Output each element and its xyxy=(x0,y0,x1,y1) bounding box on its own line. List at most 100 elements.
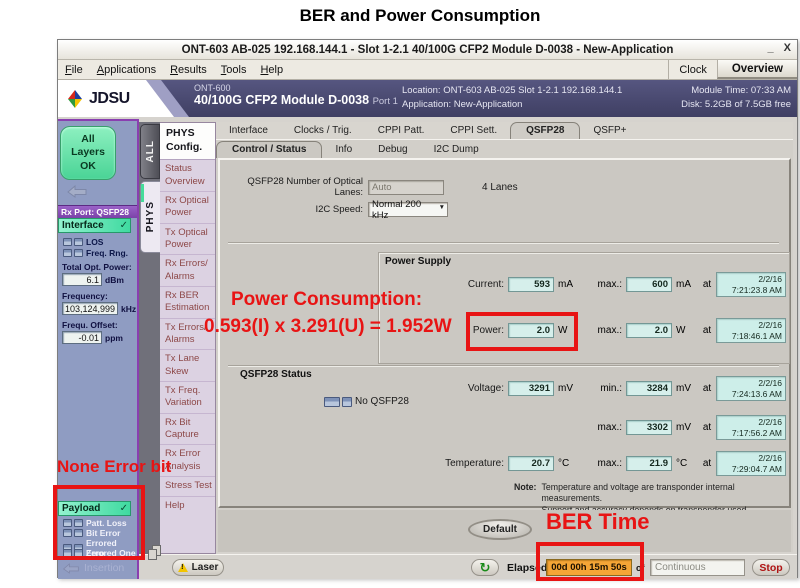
optical-lanes-input[interactable]: Auto xyxy=(368,180,444,195)
minimize-button[interactable]: _ xyxy=(768,42,774,54)
annotation-power-consumption-formula: 0.593(I) x 3.291(U) = 1.952W xyxy=(204,316,452,338)
annotation-rect-payload xyxy=(53,485,145,560)
menu-tx-optical-power[interactable]: Tx Optical Power xyxy=(160,224,215,256)
layer-tab-all[interactable]: ALL xyxy=(140,124,160,179)
tab-info[interactable]: Info xyxy=(322,142,365,158)
tab-i2c-dump[interactable]: I2C Dump xyxy=(421,142,492,158)
power-max-field: 2.0 xyxy=(626,323,672,338)
voltage-max-label: max.: xyxy=(584,422,622,433)
voltage-at-label: at xyxy=(698,383,716,394)
close-button[interactable]: X xyxy=(784,42,791,54)
i2c-speed-label: I2C Speed: xyxy=(228,204,368,215)
menu-tx-lane-skew[interactable]: Tx Lane Skew xyxy=(160,350,215,382)
led-icon xyxy=(342,397,352,407)
layer-tab-all-label: ALL xyxy=(145,140,156,162)
location-info: Location: ONT-603 AB-025 Slot 1-2.1 192.… xyxy=(402,80,645,117)
insertion-control[interactable]: Insertion xyxy=(62,562,124,574)
device-name: ONT-600 xyxy=(194,83,402,93)
clock-label[interactable]: Clock xyxy=(668,60,717,79)
freq-offset-label: Frequ. Offset: xyxy=(62,320,118,330)
divider xyxy=(228,365,779,367)
window-title: ONT-603 AB-025 192.168.144.1 - Slot 1-2.… xyxy=(182,44,674,56)
menu-status-overview[interactable]: Status Overview xyxy=(160,160,215,192)
tab-control-status[interactable]: Control / Status xyxy=(216,141,322,158)
button-strip: Default xyxy=(218,510,791,552)
total-opt-power-unit: dBm xyxy=(105,275,124,285)
status-bar: Laser ↻ Elapsed 00d 00h 15m 50s of Conti… xyxy=(139,554,797,579)
annotation-rect-power xyxy=(466,312,578,351)
menu-rx-errors-alarms[interactable]: Rx Errors/ Alarms xyxy=(160,255,215,287)
tab-qsfp-plus[interactable]: QSFP+ xyxy=(580,123,639,139)
tab-qsfp28[interactable]: QSFP28 xyxy=(510,122,580,139)
tab-interface[interactable]: Interface xyxy=(216,123,281,139)
frequency-unit: kHz xyxy=(121,304,136,314)
frequency-label: Frequency: xyxy=(62,291,108,301)
menu-help[interactable]: Help xyxy=(160,497,215,515)
no-qsfp28-led-row: No QSFP28 xyxy=(324,396,409,407)
timestamp-date: 2/2/16 xyxy=(720,320,782,331)
interface-status-button[interactable]: Interface ✓ xyxy=(58,218,131,233)
i2c-speed-select[interactable]: Normal 200 kHz ▼ xyxy=(368,202,448,217)
menu-applications[interactable]: Applications xyxy=(90,62,163,78)
frequency-value: 103,124,999 xyxy=(62,302,118,315)
annotation-page-title: BER and Power Consumption xyxy=(40,6,800,26)
led-icon xyxy=(63,249,72,257)
timestamp-time: 7:17:56.2 AM xyxy=(720,428,782,439)
stop-button[interactable]: Stop xyxy=(752,559,790,576)
copy-pages-icon[interactable] xyxy=(148,545,163,562)
freq-rng-led-row: Freq. Rng. xyxy=(63,248,128,258)
module-time: Module Time: 07:33 AM xyxy=(681,84,791,98)
menu-rx-optical-power[interactable]: Rx Optical Power xyxy=(160,192,215,224)
menu-rx-ber-estimation[interactable]: Rx BER Estimation xyxy=(160,287,215,319)
module-name: 40/100G CFP2 Module D-0038 xyxy=(194,93,369,107)
tab-debug[interactable]: Debug xyxy=(365,142,420,158)
voltage-row: Voltage: 3291 mV min.: 3284 mV at 2/2/16… xyxy=(226,376,792,401)
check-icon: ✓ xyxy=(120,219,128,232)
all-layers-ok-button[interactable]: All Layers OK xyxy=(60,126,116,180)
menu-help[interactable]: Help xyxy=(253,62,290,78)
voltage-max-row: max.: 3302 mV at 2/2/16 7:17:56.2 AM xyxy=(226,415,792,440)
tab-cppi-patt[interactable]: CPPI Patt. xyxy=(365,123,438,139)
brand-area: JDSU xyxy=(58,80,190,117)
default-button[interactable]: Default xyxy=(468,519,532,540)
insertion-arrow-icon xyxy=(62,563,80,574)
led-icon xyxy=(324,397,340,407)
jdsu-logo-icon xyxy=(65,89,85,109)
disk-info: Disk: 5.2GB of 7.5GB free xyxy=(681,98,791,112)
module-info: ONT-600 40/100G CFP2 Module D-0038 Port … xyxy=(190,80,402,117)
refresh-button[interactable]: ↻ xyxy=(471,559,499,576)
interface-label: Interface xyxy=(62,220,104,231)
menu-file[interactable]: File xyxy=(58,62,90,78)
overview-button[interactable]: Overview xyxy=(717,60,797,79)
refresh-icon: ↻ xyxy=(480,561,491,574)
current-max-timestamp: 2/2/16 7:21:23.8 AM xyxy=(716,272,786,297)
temperature-label: Temperature: xyxy=(226,458,504,469)
temperature-max-label: max.: xyxy=(584,458,622,469)
voltage-value-field: 3291 xyxy=(508,381,554,396)
current-value-field: 593 xyxy=(508,277,554,292)
duration-field[interactable]: Continuous xyxy=(650,559,745,576)
timestamp-time: 7:18:46.1 AM xyxy=(720,331,782,342)
laser-button[interactable]: Laser xyxy=(172,559,224,576)
total-opt-power-label: Total Opt. Power: xyxy=(62,262,132,272)
tab-clocks-trig[interactable]: Clocks / Trig. xyxy=(281,123,365,139)
window-titlebar: ONT-603 AB-025 192.168.144.1 - Slot 1-2.… xyxy=(58,40,797,60)
tab-cppi-sett[interactable]: CPPI Sett. xyxy=(437,123,510,139)
menu-results[interactable]: Results xyxy=(163,62,214,78)
voltage-min-field: 3284 xyxy=(626,381,672,396)
menu-tools[interactable]: Tools xyxy=(214,62,254,78)
voltage-max-field: 3302 xyxy=(626,420,672,435)
menu-rx-bit-capture[interactable]: Rx Bit Capture xyxy=(160,414,215,446)
voltage-max-at-label: at xyxy=(698,422,716,433)
insertion-arrow-icon xyxy=(66,185,88,198)
menu-stress-test[interactable]: Stress Test xyxy=(160,477,215,496)
port-label: Port 1 xyxy=(373,96,398,107)
menu-tx-freq-variation[interactable]: Tx Freq. Variation xyxy=(160,382,215,414)
instrument-header: JDSU ONT-600 40/100G CFP2 Module D-0038 … xyxy=(58,80,797,117)
no-qsfp28-label: No QSFP28 xyxy=(355,396,409,407)
timestamp-date: 2/2/16 xyxy=(720,417,782,428)
power-at-label: at xyxy=(698,325,716,336)
temperature-value-field: 20.7 xyxy=(508,456,554,471)
power-max-label: max.: xyxy=(584,325,622,336)
brand-name: JDSU xyxy=(89,90,130,108)
